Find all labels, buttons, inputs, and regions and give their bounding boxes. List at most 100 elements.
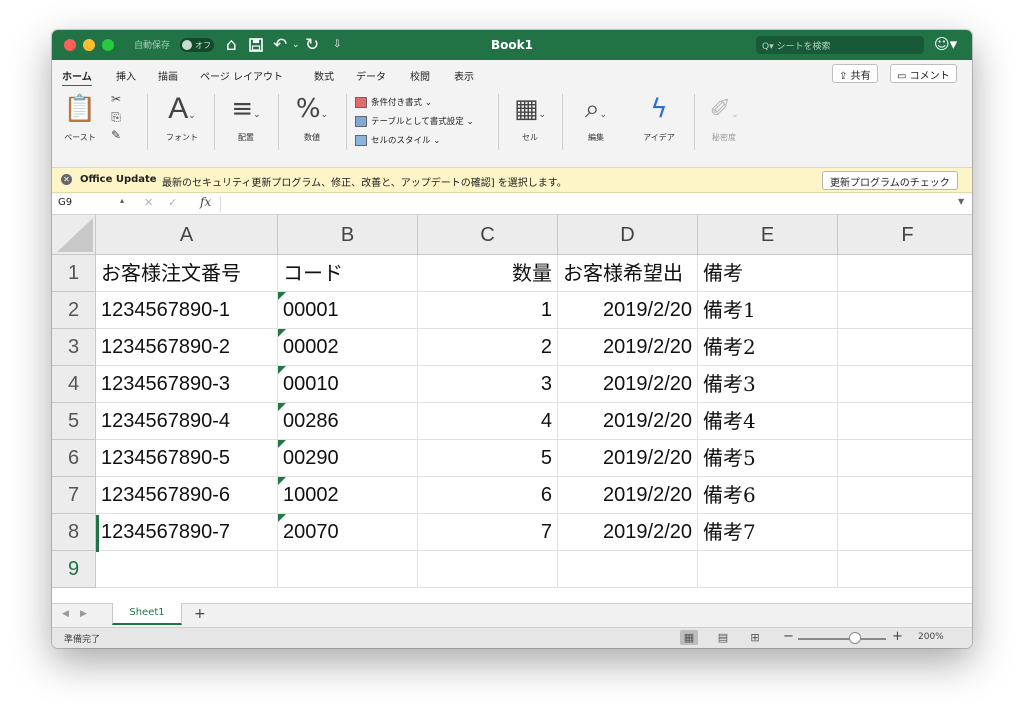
cell-d4[interactable]: 2019/2/20 [558, 366, 698, 403]
cell-b7[interactable]: 10002 [278, 477, 418, 514]
cell-d3[interactable]: 2019/2/20 [558, 329, 698, 366]
page-break-view-icon[interactable]: ⊞ [746, 630, 764, 645]
cell-f1[interactable] [838, 255, 972, 292]
cut-icon[interactable]: ✂ [104, 90, 128, 108]
cell-c3[interactable]: 2 [418, 329, 558, 366]
cell-e8[interactable]: 備考7 [698, 514, 838, 551]
cell-f7[interactable] [838, 477, 972, 514]
ideas-button[interactable]: ϟ アイデア [630, 92, 688, 143]
cell-f3[interactable] [838, 329, 972, 366]
row-header-3[interactable]: 3 [52, 329, 96, 366]
cancel-formula-icon[interactable]: ✕ [144, 196, 153, 209]
cell-e2[interactable]: 備考1 [698, 292, 838, 329]
sensitivity-button[interactable]: ✐⌄ 秘密度 [700, 92, 748, 143]
page-layout-view-icon[interactable]: ▤ [714, 630, 732, 645]
cell-f4[interactable] [838, 366, 972, 403]
cell-e4[interactable]: 備考3 [698, 366, 838, 403]
confirm-formula-icon[interactable]: ✓ [168, 196, 177, 209]
paste-button[interactable]: 📋 ペースト [60, 92, 100, 143]
cell-e3[interactable]: 備考2 [698, 329, 838, 366]
cell-a2[interactable]: 1234567890-1 [96, 292, 278, 329]
cell-c9[interactable] [418, 551, 558, 588]
insert-function-icon[interactable]: fx [200, 195, 211, 209]
sheet-search-input[interactable]: Q▾ シートを検索 [756, 36, 924, 54]
name-box-stepper-icon[interactable]: ▴ [120, 196, 124, 205]
cell-c4[interactable]: 3 [418, 366, 558, 403]
sheet-tab-sheet1[interactable]: Sheet1 [112, 603, 182, 625]
cell-b6[interactable]: 00290 [278, 440, 418, 477]
cell-f6[interactable] [838, 440, 972, 477]
row-header-5[interactable]: 5 [52, 403, 96, 440]
edit-button[interactable]: ⌕⌄ 編集 [568, 92, 624, 143]
tab-data[interactable]: データ [356, 68, 386, 83]
tab-insert[interactable]: 挿入 [116, 68, 136, 83]
cell-e7[interactable]: 備考6 [698, 477, 838, 514]
previous-sheet-icon[interactable]: ◀ [62, 609, 69, 619]
cell-b1[interactable]: コード [278, 255, 418, 292]
cell-e5[interactable]: 備考4 [698, 403, 838, 440]
check-updates-button[interactable]: 更新プログラムのチェック [822, 171, 958, 190]
row-header-2[interactable]: 2 [52, 292, 96, 329]
row-header-8[interactable]: 8 [52, 514, 96, 551]
row-header-9[interactable]: 9 [52, 551, 96, 588]
normal-view-icon[interactable]: ▦ [680, 630, 698, 645]
cell-c5[interactable]: 4 [418, 403, 558, 440]
number-format-button[interactable]: %⌄ 数値 [284, 92, 340, 143]
zoom-in-button[interactable]: + [892, 629, 903, 644]
cell-f8[interactable] [838, 514, 972, 551]
cell-d8[interactable]: 2019/2/20 [558, 514, 698, 551]
tab-formulas[interactable]: 数式 [314, 68, 334, 83]
copy-icon[interactable]: ⎘ [104, 108, 128, 126]
row-header-6[interactable]: 6 [52, 440, 96, 477]
cell-c2[interactable]: 1 [418, 292, 558, 329]
cell-d7[interactable]: 2019/2/20 [558, 477, 698, 514]
cell-c7[interactable]: 6 [418, 477, 558, 514]
cell-f9[interactable] [838, 551, 972, 588]
cell-b8[interactable]: 20070 [278, 514, 418, 551]
cells-button[interactable]: ▦⌄ セル [504, 92, 556, 143]
cell-b2[interactable]: 00001 [278, 292, 418, 329]
name-box[interactable]: G9 [58, 197, 72, 208]
column-header-e[interactable]: E [698, 215, 838, 255]
cell-c1[interactable]: 数量 [418, 255, 558, 292]
cell-a9[interactable] [96, 551, 278, 588]
column-header-b[interactable]: B [278, 215, 418, 255]
format-painter-icon[interactable]: ✎ [104, 126, 128, 144]
column-header-d[interactable]: D [558, 215, 698, 255]
cell-b4[interactable]: 00010 [278, 366, 418, 403]
cell-c8[interactable]: 7 [418, 514, 558, 551]
row-header-1[interactable]: 1 [52, 255, 96, 292]
row-header-4[interactable]: 4 [52, 366, 96, 403]
format-as-table-button[interactable]: テーブルとして書式設定 ⌄ [355, 115, 474, 127]
tab-draw[interactable]: 描画 [158, 68, 178, 83]
cell-b5[interactable]: 00286 [278, 403, 418, 440]
cell-c6[interactable]: 5 [418, 440, 558, 477]
column-header-a[interactable]: A [96, 215, 278, 255]
cell-d5[interactable]: 2019/2/20 [558, 403, 698, 440]
cell-d2[interactable]: 2019/2/20 [558, 292, 698, 329]
expand-formula-icon[interactable]: ▼ [958, 197, 964, 206]
cell-e9[interactable] [698, 551, 838, 588]
cell-b3[interactable]: 00002 [278, 329, 418, 366]
cell-a7[interactable]: 1234567890-6 [96, 477, 278, 514]
select-all-corner[interactable] [52, 215, 96, 255]
cell-a3[interactable]: 1234567890-2 [96, 329, 278, 366]
cell-e6[interactable]: 備考5 [698, 440, 838, 477]
cell-d6[interactable]: 2019/2/20 [558, 440, 698, 477]
cell-a6[interactable]: 1234567890-5 [96, 440, 278, 477]
user-icon[interactable]: ☺▾ [934, 35, 957, 53]
conditional-format-button[interactable]: 条件付き書式 ⌄ [355, 96, 432, 108]
zoom-out-button[interactable]: − [783, 629, 794, 644]
zoom-slider-knob[interactable] [849, 632, 861, 644]
cell-styles-button[interactable]: セルのスタイル ⌄ [355, 134, 440, 146]
column-header-c[interactable]: C [418, 215, 558, 255]
dismiss-notification-icon[interactable]: ✕ [61, 174, 72, 185]
comment-button[interactable]: ▭ コメント [890, 64, 957, 83]
font-button[interactable]: A⌄ フォント [156, 92, 208, 143]
cell-a5[interactable]: 1234567890-4 [96, 403, 278, 440]
cell-a1[interactable]: お客様注文番号 [96, 255, 278, 292]
row-header-7[interactable]: 7 [52, 477, 96, 514]
tab-page-layout[interactable]: ページ レイアウト [200, 68, 283, 83]
cell-d9[interactable] [558, 551, 698, 588]
cell-f5[interactable] [838, 403, 972, 440]
